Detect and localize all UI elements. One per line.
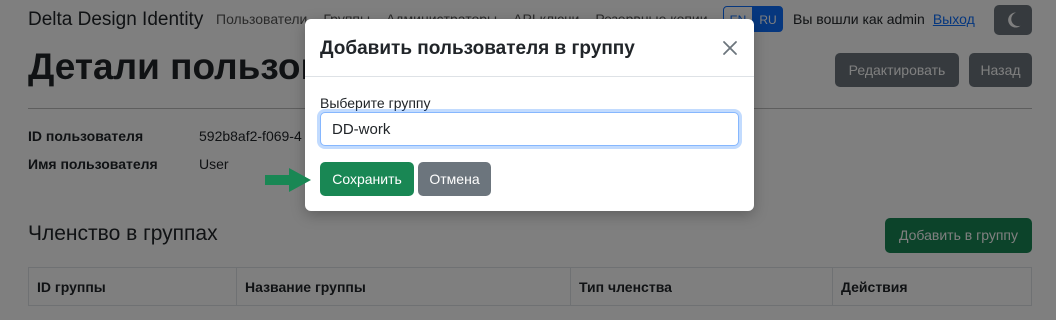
modal-title: Добавить пользователя в группу [320,38,635,59]
cancel-button[interactable]: Отмена [418,162,491,196]
save-button[interactable]: Сохранить [320,162,414,196]
close-button[interactable] [720,38,740,58]
group-select-label: Выберите группу [320,95,431,111]
group-input[interactable] [320,112,739,146]
modal-header-divider [305,76,754,77]
add-to-group-modal: Добавить пользователя в группу Выберите … [305,19,754,211]
close-icon [723,41,737,55]
arrow-pointer-icon [265,168,311,192]
